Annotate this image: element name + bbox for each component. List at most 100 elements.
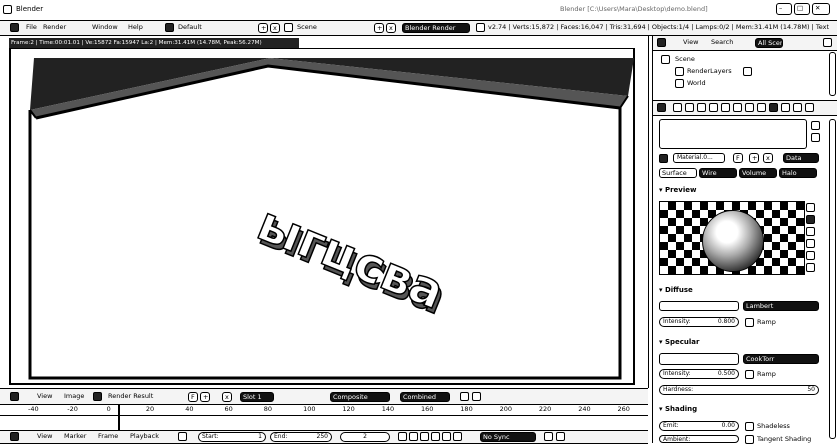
- timeline-menu-view[interactable]: View: [37, 432, 52, 441]
- scene-remove-button[interactable]: x: [386, 23, 396, 33]
- keying-set-icon[interactable]: [544, 432, 553, 441]
- tab-halo[interactable]: Halo: [779, 168, 817, 178]
- maximize-button[interactable]: □: [794, 3, 810, 15]
- preview-flat-icon[interactable]: [806, 203, 815, 212]
- slot-add-icon[interactable]: [811, 121, 820, 130]
- combined-pass-select[interactable]: Combined: [400, 392, 450, 402]
- texture-tab-icon[interactable]: [781, 103, 790, 112]
- menu-help[interactable]: Help: [128, 23, 143, 32]
- search-icon[interactable]: [823, 38, 832, 47]
- scene-add-button[interactable]: +: [374, 23, 384, 33]
- timeline-menu-marker[interactable]: Marker: [64, 432, 86, 441]
- prev-keyframe-icon[interactable]: [409, 432, 418, 441]
- scene-tab-icon[interactable]: [697, 103, 706, 112]
- particles-tab-icon[interactable]: [793, 103, 802, 112]
- preview-sphere-icon[interactable]: [806, 215, 815, 224]
- shading-panel-header[interactable]: ▾ Shading: [659, 404, 825, 415]
- hardness-field[interactable]: Hardness: 50: [659, 385, 819, 395]
- scene-field[interactable]: Scene: [297, 23, 317, 32]
- preview-hair-icon[interactable]: [806, 251, 815, 260]
- diffuse-color-swatch[interactable]: [659, 301, 739, 311]
- end-frame-field[interactable]: End: 250: [270, 432, 332, 442]
- menu-window[interactable]: Window: [92, 23, 118, 32]
- info-editor-icon[interactable]: [10, 23, 19, 32]
- render-viewport[interactable]: Frame:2 | Time:00:01.01 | Ve:15872 Fa:15…: [0, 36, 649, 388]
- image-menu-image[interactable]: Image: [64, 392, 84, 401]
- start-frame-field[interactable]: Start: 1: [198, 432, 266, 442]
- image-browse-icon[interactable]: [93, 392, 102, 401]
- image-menu-view[interactable]: View: [37, 392, 52, 401]
- outliner-scrollbar[interactable]: [829, 52, 836, 96]
- outliner-menu-search[interactable]: Search: [711, 38, 733, 47]
- composite-layer-select[interactable]: Composite: [330, 392, 390, 402]
- emit-field[interactable]: Emit: 0.00: [659, 421, 739, 431]
- screen-layout-field[interactable]: Default: [178, 23, 202, 32]
- outliner-item-world[interactable]: World: [687, 79, 706, 88]
- shadeless-checkbox[interactable]: [745, 422, 754, 431]
- specular-shader-select[interactable]: CookTorr: [743, 354, 819, 364]
- next-keyframe-icon[interactable]: [442, 432, 451, 441]
- display-channels-icon[interactable]: [460, 392, 469, 401]
- outliner-display-select[interactable]: All Scenes: [755, 38, 783, 48]
- tab-volume[interactable]: Volume: [739, 168, 777, 178]
- layout-add-button[interactable]: +: [258, 23, 268, 33]
- record-icon[interactable]: [178, 432, 187, 441]
- outliner-item-scene[interactable]: Scene: [675, 55, 695, 64]
- tangent-shading-checkbox[interactable]: [745, 435, 754, 444]
- modifiers-tab-icon[interactable]: [745, 103, 754, 112]
- preview-cube-icon[interactable]: [806, 227, 815, 236]
- diffuse-ramp-checkbox[interactable]: [745, 318, 754, 327]
- layout-remove-button[interactable]: x: [270, 23, 280, 33]
- material-remove-button[interactable]: x: [763, 153, 773, 163]
- camera-toggle-icon[interactable]: [743, 67, 752, 76]
- material-add-button[interactable]: +: [749, 153, 759, 163]
- image-editor-icon[interactable]: [10, 392, 19, 401]
- slot-remove-icon[interactable]: [811, 133, 820, 142]
- data-tab-icon[interactable]: [757, 103, 766, 112]
- world-tab-icon[interactable]: [709, 103, 718, 112]
- diffuse-panel-header[interactable]: ▾ Diffuse: [659, 285, 825, 296]
- image-add-button[interactable]: +: [200, 392, 210, 402]
- jump-start-icon[interactable]: [398, 432, 407, 441]
- current-frame-field[interactable]: 2: [340, 432, 390, 442]
- menu-file[interactable]: File: [26, 23, 37, 32]
- display-alpha-icon[interactable]: [472, 392, 481, 401]
- constraints-tab-icon[interactable]: [733, 103, 742, 112]
- material-browse-icon[interactable]: [659, 154, 668, 163]
- specular-intensity-field[interactable]: Intensity: 0.500: [659, 369, 739, 379]
- image-remove-button[interactable]: x: [222, 392, 232, 402]
- material-tab-icon[interactable]: [769, 103, 778, 112]
- menu-render[interactable]: Render: [43, 23, 66, 32]
- properties-scrollbar[interactable]: [829, 119, 836, 439]
- specular-ramp-checkbox[interactable]: [745, 370, 754, 379]
- sync-mode-select[interactable]: No Sync: [480, 432, 536, 442]
- timeline-menu-playback[interactable]: Playback: [130, 432, 159, 441]
- specular-color-swatch[interactable]: [659, 353, 739, 365]
- object-tab-icon[interactable]: [721, 103, 730, 112]
- render-result-field[interactable]: Render Result: [108, 392, 153, 401]
- play-reverse-icon[interactable]: [420, 432, 429, 441]
- diffuse-intensity-field[interactable]: Intensity: 0.800: [659, 317, 739, 327]
- material-name-field[interactable]: Material.0...: [673, 153, 725, 163]
- diffuse-shader-select[interactable]: Lambert: [743, 301, 819, 311]
- outliner-menu-view[interactable]: View: [683, 38, 698, 47]
- timeline-editor-icon[interactable]: [10, 432, 19, 441]
- timeline-ruler[interactable]: -40 -20 0 20 40 60 80 100 120 140 160 180 200 220 240 2…: [0, 404, 648, 431]
- preview-panel-header[interactable]: ▾ Preview: [659, 185, 825, 196]
- material-slot-list[interactable]: [659, 119, 807, 149]
- specular-panel-header[interactable]: ▾ Specular: [659, 337, 825, 348]
- outliner-item-renderlayers[interactable]: RenderLayers: [687, 67, 732, 76]
- material-fake-user-button[interactable]: F: [733, 153, 743, 163]
- render-slot-select[interactable]: Slot 1: [240, 392, 274, 402]
- material-link-select[interactable]: Data: [783, 153, 819, 163]
- timeline-menu-frame[interactable]: Frame: [98, 432, 118, 441]
- screen-layout-icon[interactable]: [165, 23, 174, 32]
- preview-sky-icon[interactable]: [806, 263, 815, 272]
- outliner-editor-icon[interactable]: [657, 38, 666, 47]
- image-fake-user-button[interactable]: F: [188, 392, 198, 402]
- physics-tab-icon[interactable]: [805, 103, 814, 112]
- close-button[interactable]: ✕: [812, 3, 830, 15]
- properties-editor-icon[interactable]: [657, 103, 666, 112]
- jump-end-icon[interactable]: [453, 432, 462, 441]
- render-engine-select[interactable]: Blender Render: [402, 23, 470, 33]
